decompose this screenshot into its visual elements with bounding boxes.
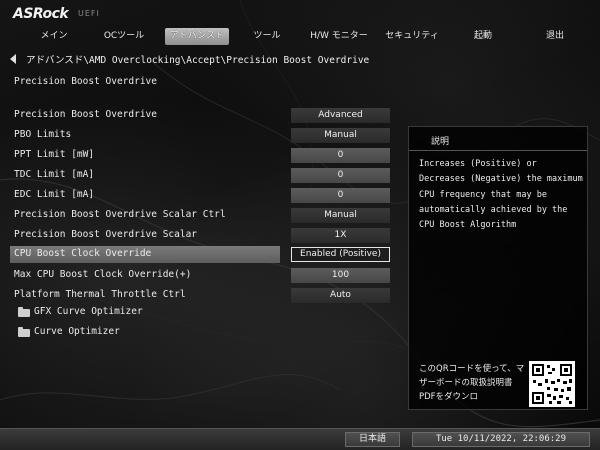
- language-button[interactable]: 日本語: [345, 432, 400, 447]
- qr-code-icon: [529, 361, 575, 407]
- setting-value-select[interactable]: Enabled (Positive): [291, 247, 390, 262]
- setting-tdc-limit[interactable]: TDC Limit [mA] 0: [10, 167, 390, 184]
- submenu-curve-optimizer[interactable]: Curve Optimizer: [18, 325, 278, 341]
- setting-label: PPT Limit [mW]: [14, 149, 95, 160]
- setting-value-select[interactable]: Manual: [291, 208, 390, 223]
- folder-icon: [18, 307, 30, 317]
- setting-pbo-scalar[interactable]: Precision Boost Overdrive Scalar 1X: [10, 227, 390, 244]
- setting-value-select[interactable]: Auto: [291, 288, 390, 303]
- setting-value-input[interactable]: 0: [291, 188, 390, 203]
- setting-label: CPU Boost Clock Override: [14, 248, 152, 259]
- description-header: 説明: [409, 127, 587, 151]
- folder-icon: [18, 327, 30, 337]
- submenu-label: Curve Optimizer: [34, 326, 120, 337]
- description-title: 説明: [431, 137, 450, 147]
- setting-value-input[interactable]: 0: [291, 168, 390, 183]
- qr-caption: このQRコードを使って、マザーボードの取扱説明書PDFをダウンロ: [419, 364, 525, 402]
- setting-max-cpu-boost-clock-override[interactable]: Max CPU Boost Clock Override(+) 100: [10, 267, 390, 284]
- setting-label: TDC Limit [mA]: [14, 169, 95, 180]
- setting-pbo-scalar-ctrl[interactable]: Precision Boost Overdrive Scalar Ctrl Ma…: [10, 207, 390, 224]
- description-panel: 説明 Increases (Positive) or Decreases (Ne…: [408, 126, 588, 410]
- setting-precision-boost-overdrive[interactable]: Precision Boost Overdrive Advanced: [10, 107, 390, 124]
- setting-pbo-limits[interactable]: PBO Limits Manual: [10, 127, 390, 144]
- setting-label: PBO Limits: [14, 129, 72, 140]
- submenu-label: GFX Curve Optimizer: [34, 306, 143, 317]
- setting-value-input[interactable]: 0: [291, 148, 390, 163]
- setting-edc-limit[interactable]: EDC Limit [mA] 0: [10, 187, 390, 204]
- setting-value-select[interactable]: Manual: [291, 128, 390, 143]
- setting-label: Precision Boost Overdrive: [14, 109, 157, 120]
- setting-label: Max CPU Boost Clock Override(+): [14, 269, 192, 280]
- setting-label: Precision Boost Overdrive Scalar: [14, 229, 198, 240]
- setting-label: Platform Thermal Throttle Ctrl: [14, 289, 186, 300]
- setting-label: EDC Limit [mA]: [14, 189, 95, 200]
- submenu-gfx-curve-optimizer[interactable]: GFX Curve Optimizer: [18, 305, 278, 321]
- setting-label: Precision Boost Overdrive Scalar Ctrl: [14, 209, 226, 220]
- bottom-status-bar: 日本語 Tue 10/11/2022, 22:06:29: [0, 428, 600, 450]
- setting-value-select[interactable]: Advanced: [291, 108, 390, 123]
- description-text: Increases (Positive) or Decreases (Negat…: [419, 159, 583, 231]
- setting-platform-thermal-throttle-ctrl[interactable]: Platform Thermal Throttle Ctrl Auto: [10, 287, 390, 304]
- setting-value-select[interactable]: 1X: [291, 228, 390, 243]
- setting-cpu-boost-clock-override[interactable]: CPU Boost Clock Override Enabled (Positi…: [10, 246, 390, 263]
- setting-ppt-limit[interactable]: PPT Limit [mW] 0: [10, 147, 390, 164]
- setting-value-input[interactable]: 100: [291, 268, 390, 283]
- datetime-display: Tue 10/11/2022, 22:06:29: [412, 432, 590, 447]
